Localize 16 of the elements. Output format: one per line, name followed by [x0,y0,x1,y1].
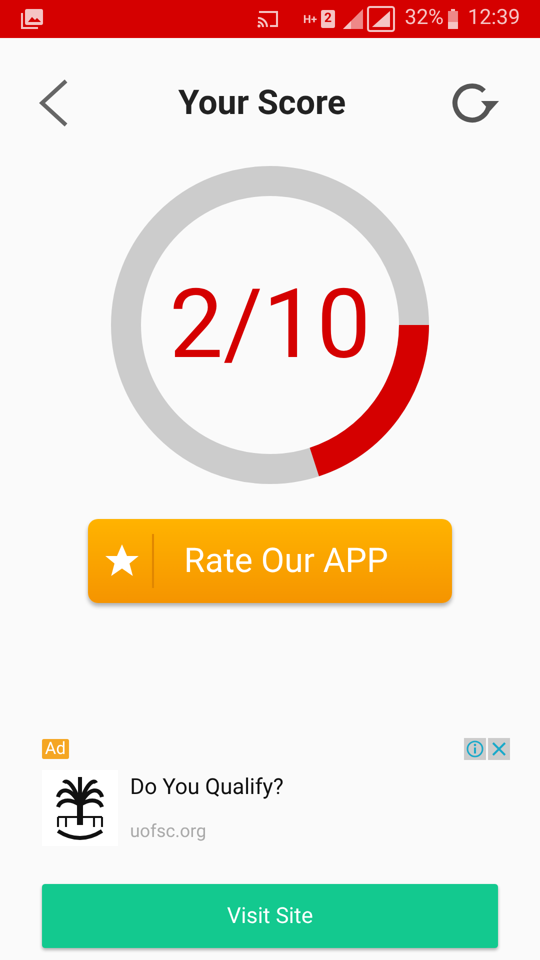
screen-title: Your Score [178,82,346,124]
clock: 12:39 [468,5,520,32]
sim-badge: 2 [321,10,335,28]
network-type: H+ [303,14,318,24]
rate-app-button[interactable]: Rate Our APP [88,519,452,603]
ad-domain: uofsc.org [130,820,208,844]
visit-site-button[interactable]: Visit Site [42,884,498,948]
score-text: 2/10 [169,277,371,373]
signal-icon [366,6,395,32]
battery-percent: 32% [404,5,444,32]
ad-headline: Do You Qualify? [130,774,284,802]
battery-icon [448,9,458,29]
gallery-icon [20,8,44,30]
cast-icon [257,10,280,28]
signal-icon [342,9,363,29]
ad-badge: Ad [42,739,69,759]
